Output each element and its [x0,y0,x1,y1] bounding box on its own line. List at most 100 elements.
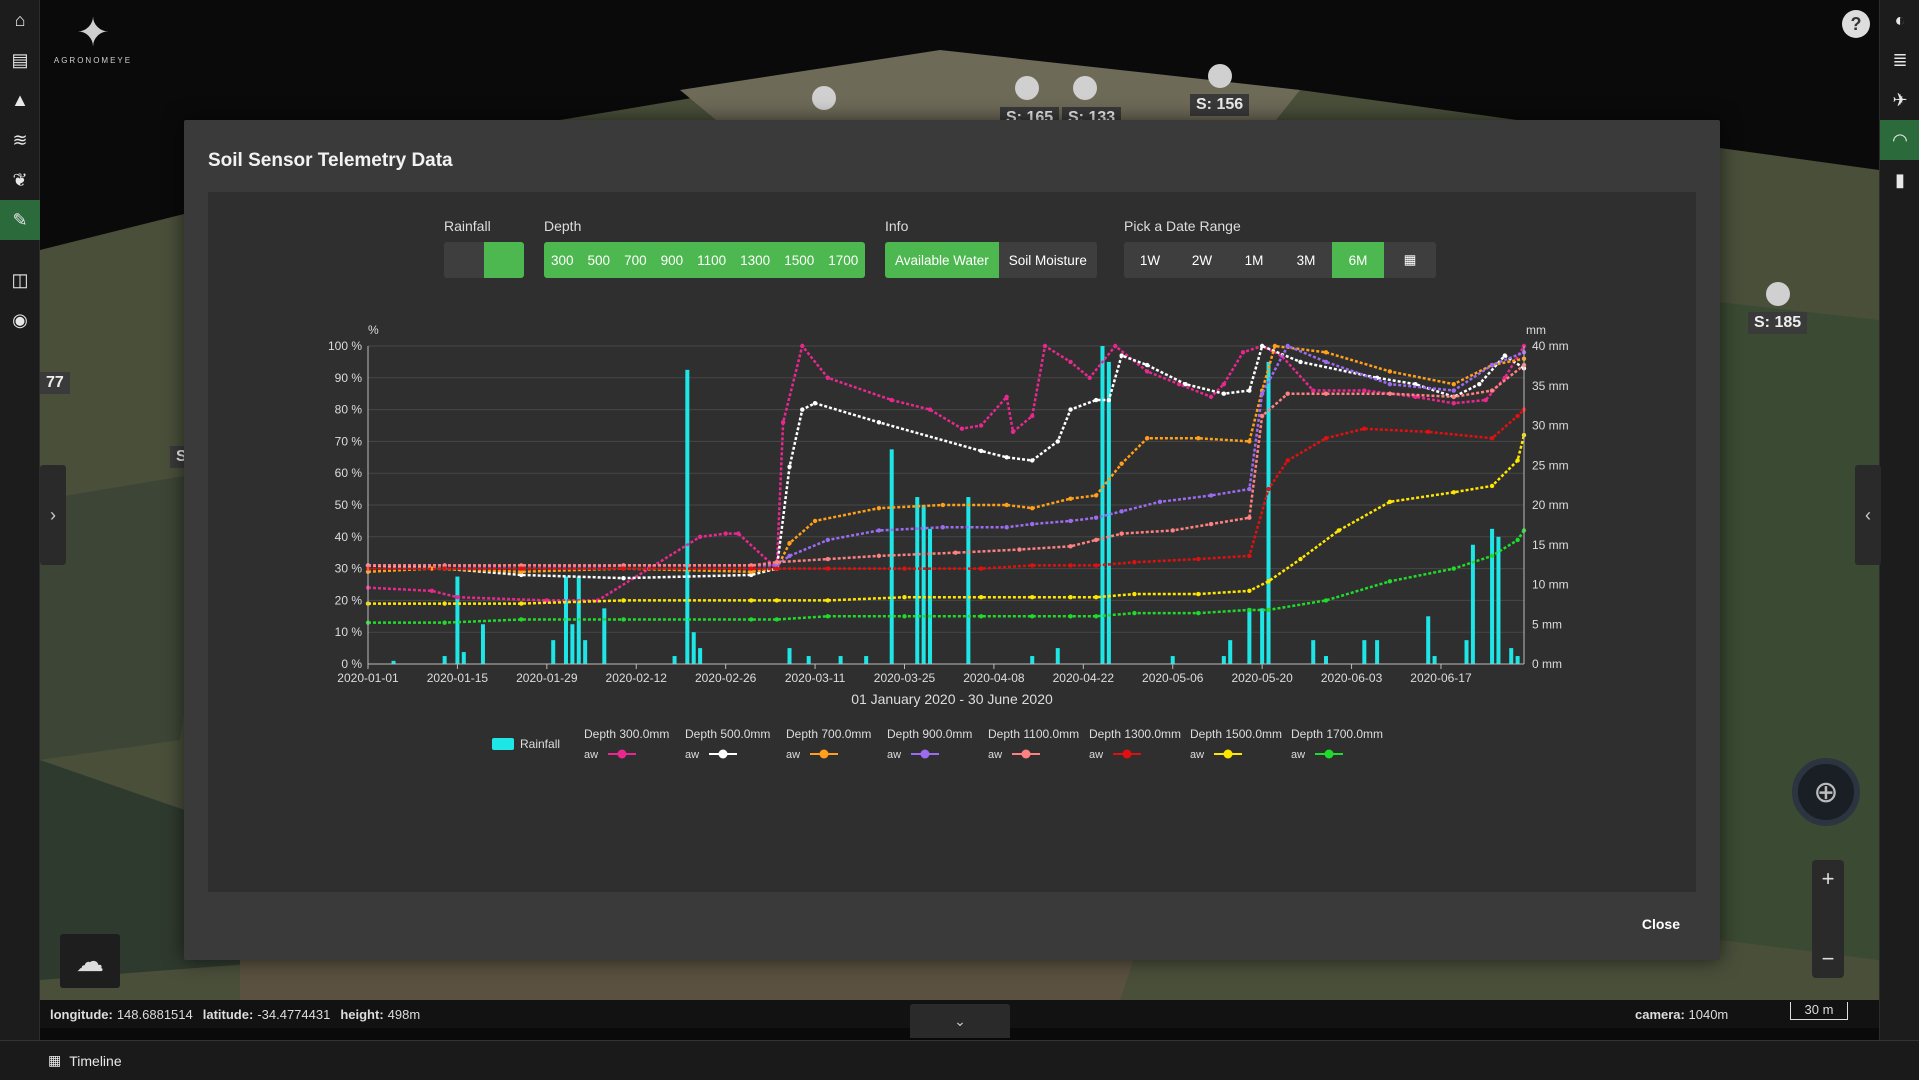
rainfall-bar [442,656,447,664]
sensor-pin[interactable] [1766,282,1790,306]
series-point [1132,610,1137,616]
series-point [927,407,933,412]
x-tick-label: 2020-03-25 [874,671,936,685]
sensor-label[interactable]: S: 185 [1748,312,1808,334]
series-line [367,344,1525,580]
series-point [1387,381,1393,387]
depth-button-700[interactable]: 700 [617,242,654,278]
range-button-6m[interactable]: 6M [1332,242,1384,278]
sensor-pin[interactable] [1073,76,1097,100]
series-point [442,620,447,625]
calendar-icon: ▦ [1403,252,1417,267]
rainfall-bar [480,624,485,664]
series-point [902,595,907,600]
series-point [1323,359,1329,365]
rainfall-bar [461,652,466,664]
timeline-bar[interactable]: ▦ Timeline [0,1040,1919,1080]
series-point [1451,566,1456,571]
camera-icon[interactable]: ◉ [0,300,40,340]
series-point [774,560,779,565]
series-point [959,426,965,431]
sensor-pin[interactable] [812,86,836,110]
series-point [1285,391,1290,396]
legend-series-marker [718,749,728,759]
rainfall-bar [1464,640,1469,664]
x-tick-label: 2020-05-20 [1231,671,1293,685]
series-point [1387,369,1393,374]
available-water-button[interactable]: Available Water [885,242,999,278]
depth-button-1500[interactable]: 1500 [777,242,822,278]
series-point [1093,515,1099,520]
depth-button-1300[interactable]: 1300 [733,242,778,278]
terrain-icon[interactable]: ▲ [0,80,40,120]
weather-button[interactable]: ☁ [60,934,120,988]
rainfall-bar [1324,656,1329,664]
range-button-1m[interactable]: 1M [1228,242,1280,278]
plant-icon[interactable]: ❦ [0,160,40,200]
series-point [1068,544,1073,549]
bookmark-icon[interactable]: ▮ [1880,160,1919,200]
series-point [1068,614,1073,619]
depth-button-1700[interactable]: 1700 [821,242,866,278]
y-left-tick-label: 100 % [328,339,362,353]
range-button-2w[interactable]: 2W [1176,242,1228,278]
home-icon[interactable]: ⌂ [0,0,40,40]
depth-button-900[interactable]: 900 [653,242,691,278]
series-point [1285,458,1290,463]
range-button-3m[interactable]: 3M [1280,242,1332,278]
date-picker-button[interactable]: ▦ [1384,242,1436,278]
close-button[interactable]: Close [1642,916,1680,932]
map-icon[interactable]: ▤ [0,40,40,80]
wifi-icon[interactable]: ◠ [1880,120,1919,160]
rainfall-bar [1247,608,1252,664]
series-point [1221,381,1227,387]
series-point [940,525,946,530]
compass-control[interactable]: ⊕ [1792,758,1860,826]
series-point [1259,343,1265,349]
x-tick-label: 2020-01-29 [516,671,578,685]
legend-aw-label: aw [685,749,699,761]
sensor-label[interactable]: 77 [40,372,70,394]
globe-icon[interactable]: ◐ [1880,0,1919,40]
series-point [1183,381,1188,387]
rainfall-toggle[interactable] [444,242,524,278]
series-point [1132,591,1137,597]
y-right-tick-label: 40 mm [1532,339,1569,353]
expand-right-panel-button[interactable]: ‹ [1855,465,1881,565]
depth-button-300[interactable]: 300 [544,242,581,278]
sensor-pin[interactable] [1208,64,1232,88]
help-button[interactable]: ? [1842,10,1870,38]
series-point [1515,458,1520,463]
sensor-label[interactable]: S: 156 [1190,94,1250,116]
collapse-timeline-button[interactable]: ⌄ [910,1004,1010,1038]
series-point [1221,391,1227,396]
tool-icon[interactable]: ✈ [1880,80,1919,120]
layers-icon[interactable]: ≋ [0,120,40,160]
sensor-tools-icon[interactable]: ✎ [0,200,40,240]
range-button-1w[interactable]: 1W [1124,242,1176,278]
rainfall-on-segment[interactable] [484,242,524,278]
x-tick-label: 2020-04-08 [963,671,1025,685]
rainfall-off-segment[interactable] [444,242,484,278]
series-point [902,566,907,571]
soil-moisture-button[interactable]: Soil Moisture [998,242,1097,278]
depth-button-1100[interactable]: 1100 [690,242,734,278]
rainfall-bar [838,656,843,664]
series-point [1240,350,1246,355]
expand-left-panel-button[interactable]: › [40,465,66,565]
sensor-pin[interactable] [1015,76,1039,100]
logo-wordmark: AGRONOMEYE [53,56,133,65]
compare-icon[interactable]: ◫ [0,260,40,300]
zoom-out-button[interactable]: − [1822,946,1835,972]
crosshair-icon: ⊕ [1813,775,1839,809]
legend-aw-label: aw [1291,749,1305,761]
telemetry-modal: Soil Sensor Telemetry Data Rainfall Dept… [184,120,1720,960]
series-point [902,614,907,619]
rainfall-bar [864,656,869,664]
series-point [1196,610,1201,616]
x-tick-label: 2020-02-26 [695,671,757,685]
modal-title: Soil Sensor Telemetry Data [208,150,453,171]
depth-button-500[interactable]: 500 [580,242,618,278]
zoom-in-button[interactable]: + [1822,866,1835,892]
stack-icon[interactable]: ≣ [1880,40,1919,80]
